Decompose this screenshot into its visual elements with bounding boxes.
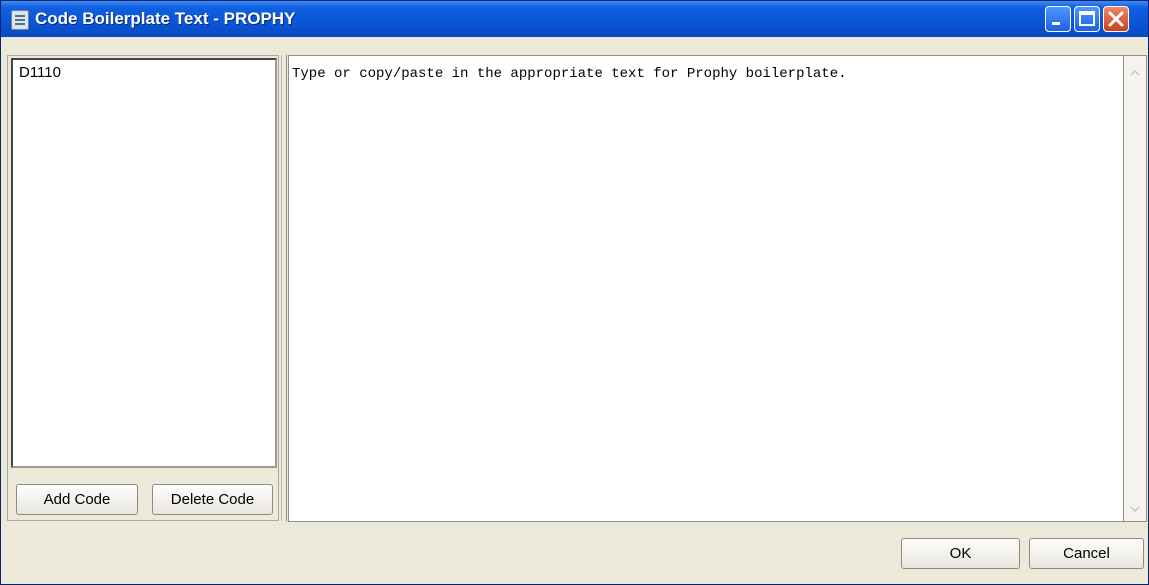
notepad-icon bbox=[11, 10, 29, 30]
maximize-icon bbox=[1079, 11, 1095, 26]
vertical-scrollbar[interactable] bbox=[1123, 55, 1147, 522]
scroll-down-arrow-icon[interactable] bbox=[1130, 504, 1140, 514]
maximize-button[interactable] bbox=[1074, 6, 1100, 32]
window-title: Code Boilerplate Text - PROPHY bbox=[35, 9, 296, 28]
boilerplate-text-area[interactable]: Type or copy/paste in the appropriate te… bbox=[288, 55, 1123, 522]
boilerplate-text: Type or copy/paste in the appropriate te… bbox=[292, 66, 847, 82]
add-code-button[interactable]: Add Code bbox=[16, 484, 138, 515]
minimize-button[interactable] bbox=[1045, 6, 1071, 32]
delete-code-button[interactable]: Delete Code bbox=[152, 484, 273, 515]
splitter[interactable] bbox=[281, 55, 287, 521]
list-item[interactable]: D1110 bbox=[19, 64, 61, 81]
title-bar[interactable]: Code Boilerplate Text - PROPHY bbox=[1, 1, 1148, 37]
code-list[interactable]: D1110 bbox=[11, 58, 277, 468]
dialog-window: Code Boilerplate Text - PROPHY D1110 Add… bbox=[0, 0, 1149, 585]
cancel-button[interactable]: Cancel bbox=[1029, 538, 1144, 569]
close-button[interactable] bbox=[1103, 6, 1129, 32]
minimize-icon bbox=[1052, 22, 1060, 25]
ok-button[interactable]: OK bbox=[901, 538, 1020, 569]
scroll-up-arrow-icon[interactable] bbox=[1130, 68, 1140, 78]
close-icon bbox=[1108, 11, 1124, 27]
